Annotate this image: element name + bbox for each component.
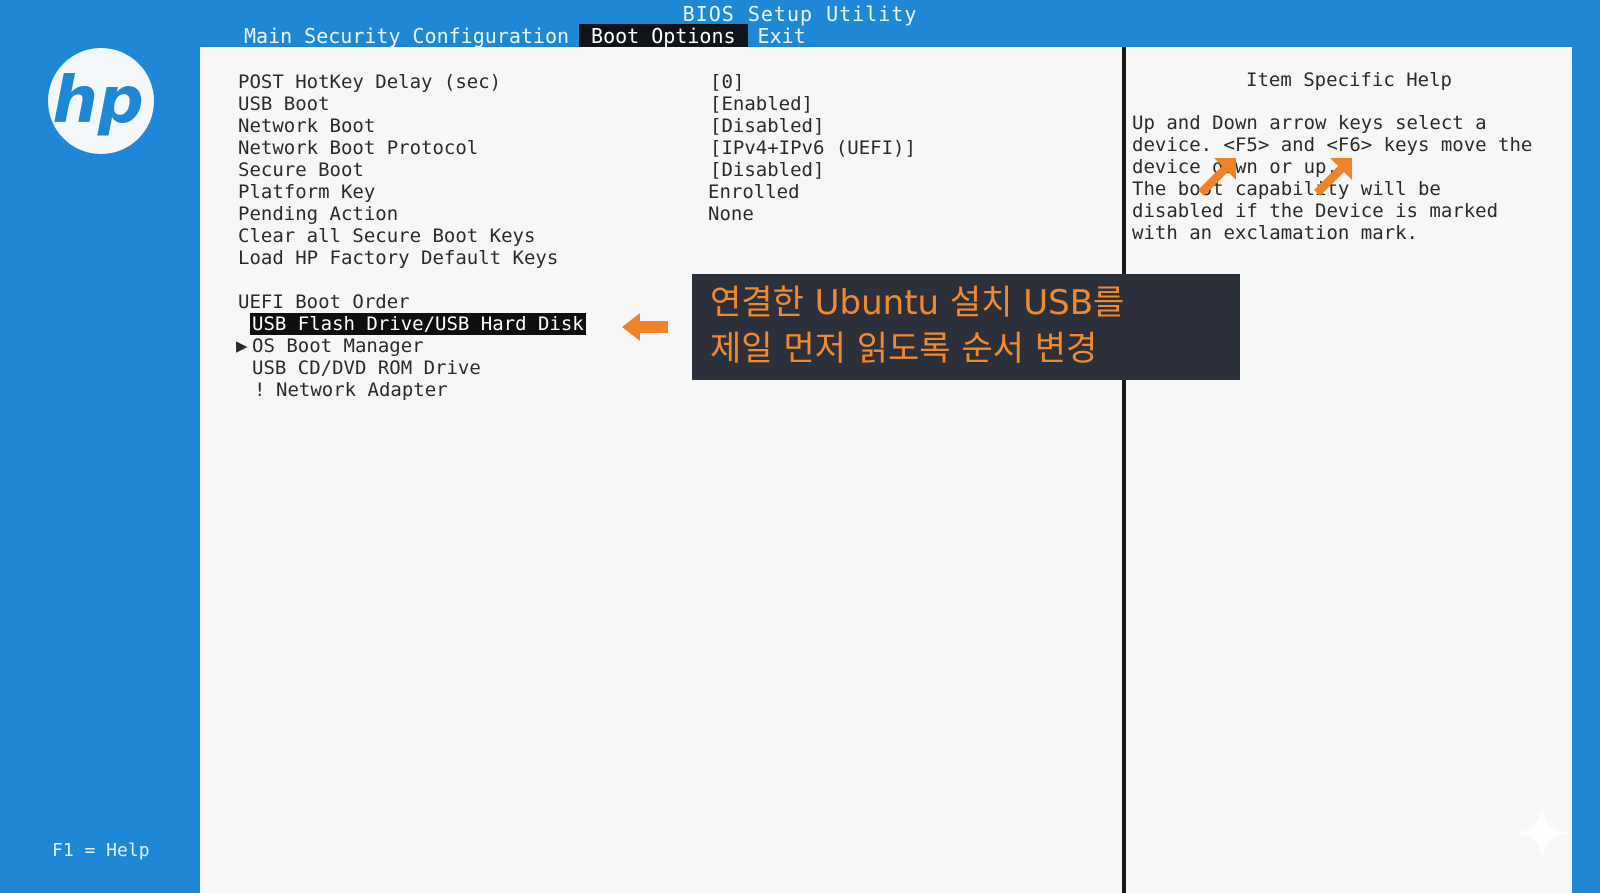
annotation-callout: 연결한 Ubuntu 설치 USB를 제일 먼저 읽도록 순서 변경 <box>692 274 1240 380</box>
setting-value-network-boot[interactable]: [Disabled] <box>710 115 824 137</box>
settings-panel: POST HotKey Delay (sec) [0] USB Boot [En… <box>200 47 1122 893</box>
setting-value-pending-action: None <box>708 203 754 225</box>
exclamation-mark-icon: ! <box>254 379 266 401</box>
bios-screen: BIOS Setup Utility Main Security Configu… <box>0 0 1600 893</box>
window-title: BIOS Setup Utility <box>682 2 918 26</box>
clear-secure-boot-keys-item[interactable]: Clear all Secure Boot Keys <box>238 225 535 247</box>
help-line: The boot capability will be <box>1132 178 1441 200</box>
sparkle-icon <box>1514 805 1570 861</box>
setting-value-network-boot-protocol[interactable]: [IPv4+IPv6 (UEFI)] <box>710 137 916 159</box>
load-hp-default-keys-item[interactable]: Load HP Factory Default Keys <box>238 247 558 269</box>
arrow-up-right-icon <box>1198 158 1236 196</box>
setting-label-pending-action: Pending Action <box>238 203 399 225</box>
setting-value-post-hotkey-delay[interactable]: [0] <box>710 71 744 93</box>
menu-main[interactable]: Main <box>238 24 298 48</box>
boot-item-usb-flash-drive[interactable]: USB Flash Drive/USB Hard Disk <box>250 313 586 335</box>
menu-bar: Main Security Configuration Boot Options… <box>238 24 812 48</box>
expand-marker-icon: ▶ <box>236 335 248 357</box>
setting-value-usb-boot[interactable]: [Enabled] <box>710 93 813 115</box>
menu-boot-options[interactable]: Boot Options <box>579 24 748 48</box>
setting-label-post-hotkey-delay[interactable]: POST HotKey Delay (sec) <box>238 71 501 93</box>
menu-configuration[interactable]: Configuration <box>407 24 576 48</box>
menu-exit[interactable]: Exit <box>752 24 812 48</box>
annotation-line: 제일 먼저 읽도록 순서 변경 <box>710 329 1098 369</box>
help-line: with an exclamation mark. <box>1132 222 1418 244</box>
help-line: disabled if the Device is marked <box>1132 200 1499 222</box>
setting-label-platform-key: Platform Key <box>238 181 376 203</box>
setting-label-network-boot-protocol[interactable]: Network Boot Protocol <box>238 137 478 159</box>
arrow-left-icon <box>622 313 668 341</box>
setting-value-platform-key: Enrolled <box>708 181 800 203</box>
arrow-up-right-icon <box>1314 158 1352 196</box>
annotation-line: 연결한 Ubuntu 설치 USB를 <box>710 283 1125 323</box>
help-line: Up and Down arrow keys select a <box>1132 112 1487 134</box>
boot-item-network-adapter[interactable]: Network Adapter <box>276 379 448 401</box>
setting-label-secure-boot[interactable]: Secure Boot <box>238 159 364 181</box>
f1-help-hint: F1 = Help <box>52 840 150 861</box>
setting-value-secure-boot[interactable]: [Disabled] <box>710 159 824 181</box>
hp-logo: hp <box>48 48 154 154</box>
boot-item-usb-cd-dvd[interactable]: USB CD/DVD ROM Drive <box>252 357 481 379</box>
hp-logo-text: hp <box>52 64 143 138</box>
boot-order-heading: UEFI Boot Order <box>238 291 410 313</box>
boot-item-os-boot-manager[interactable]: OS Boot Manager <box>252 335 424 357</box>
setting-label-usb-boot[interactable]: USB Boot <box>238 93 330 115</box>
help-title: Item Specific Help <box>1246 69 1452 91</box>
menu-security[interactable]: Security <box>298 24 406 48</box>
setting-label-network-boot[interactable]: Network Boot <box>238 115 375 137</box>
help-line: device. <F5> and <F6> keys move the <box>1132 134 1533 156</box>
